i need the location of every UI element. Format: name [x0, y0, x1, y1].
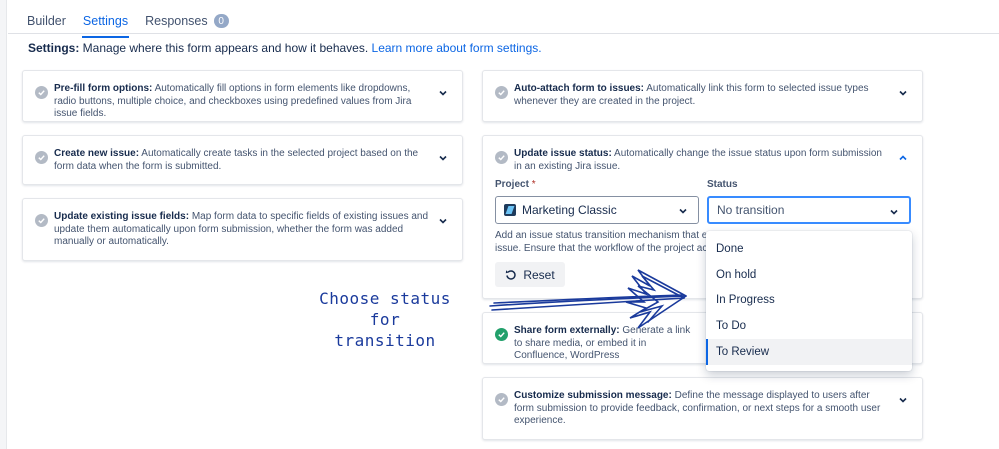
status-hint-line: issue. Ensure that the workflow of the p…: [495, 242, 713, 254]
chevron-down-icon: [890, 209, 898, 215]
card-title: Create new issue:: [54, 148, 140, 159]
card-prefill-options[interactable]: Pre-fill form options: Automatically fil…: [22, 70, 463, 122]
card-update-fields[interactable]: Update existing issue fields: Map form d…: [22, 198, 463, 261]
project-label-text: Project: [495, 179, 529, 190]
status-option-in-progress[interactable]: In Progress: [706, 288, 912, 314]
card-auto-attach[interactable]: Auto-attach form to issues: Automaticall…: [482, 70, 923, 122]
card-text: Auto-attach form to issues: Automaticall…: [514, 83, 890, 108]
annotation-note: Choose status for transition: [300, 288, 470, 351]
project-select-value: Marketing Classic: [522, 203, 617, 217]
status-label: Status: [707, 179, 738, 190]
status-option-to-do[interactable]: To Do: [706, 313, 912, 339]
status-hint-line: Add an issue status transition mechanism…: [495, 230, 713, 241]
card-text: Pre-fill form options: Automatically fil…: [54, 83, 430, 121]
chevron-down-icon[interactable]: [438, 88, 448, 98]
chevron-down-icon[interactable]: [898, 88, 908, 98]
learn-more-link[interactable]: Learn more about form settings.: [372, 41, 542, 55]
required-asterisk: *: [531, 179, 536, 190]
tab-responses[interactable]: Responses 0: [145, 12, 229, 30]
tab-builder-label: Builder: [27, 14, 66, 28]
annotation-line: Choose status for: [319, 289, 451, 329]
project-avatar-icon: [504, 204, 516, 216]
card-text: Create new issue: Automatically create t…: [54, 148, 430, 173]
intro-text: Manage where this form appears and how i…: [79, 41, 372, 55]
card-title: Customize submission message:: [514, 390, 672, 401]
card-create-issue[interactable]: Create new issue: Automatically create t…: [22, 135, 463, 185]
chevron-down-icon: [679, 208, 687, 214]
chevron-down-icon[interactable]: [438, 153, 448, 163]
status-option-on-hold[interactable]: On hold: [706, 262, 912, 288]
check-icon: [35, 151, 48, 164]
project-select[interactable]: Marketing Classic: [495, 196, 699, 224]
check-icon: [495, 151, 508, 164]
status-select-value: No transition: [717, 203, 785, 217]
status-option-to-review[interactable]: To Review: [706, 339, 912, 365]
card-title: Update issue status:: [514, 148, 612, 159]
tab-settings-label: Settings: [82, 14, 129, 28]
status-dropdown-menu: Done On hold In Progress To Do To Review: [706, 231, 912, 371]
check-icon: [495, 393, 508, 406]
project-label: Project *: [495, 179, 536, 190]
left-sidebar-edge: [0, 0, 7, 449]
annotation-arrow-icon: [489, 269, 687, 329]
status-label-text: Status: [707, 179, 738, 190]
settings-intro: Settings: Manage where this form appears…: [28, 41, 542, 55]
check-icon: [35, 86, 48, 99]
status-option-done[interactable]: Done: [706, 236, 912, 262]
chevron-down-icon[interactable]: [438, 216, 448, 226]
chevron-up-icon[interactable]: [898, 153, 908, 163]
tab-settings[interactable]: Settings: [81, 12, 130, 38]
card-text: Update existing issue fields: Map form d…: [54, 211, 430, 249]
status-select[interactable]: No transition: [707, 196, 911, 224]
intro-heading: Settings:: [28, 41, 80, 55]
card-customize-message[interactable]: Customize submission message: Define the…: [482, 377, 923, 440]
card-title: Update existing issue fields:: [54, 211, 190, 222]
chevron-down-icon[interactable]: [898, 395, 908, 405]
tab-bar: Builder Settings Responses 0: [27, 12, 229, 38]
tab-responses-label: Responses: [145, 14, 208, 28]
annotation-line: transition: [334, 331, 436, 350]
tab-divider: [8, 33, 999, 34]
responses-count-badge: 0: [213, 14, 229, 28]
card-title: Pre-fill form options:: [54, 83, 153, 94]
tab-builder[interactable]: Builder: [27, 12, 66, 30]
check-icon: [495, 86, 508, 99]
status-hint: Add an issue status transition mechanism…: [495, 230, 712, 255]
card-text: Update issue status: Automatically chang…: [514, 148, 882, 173]
card-text: Customize submission message: Define the…: [514, 390, 882, 428]
card-title: Auto-attach form to issues:: [514, 83, 645, 94]
check-icon: [35, 214, 48, 227]
